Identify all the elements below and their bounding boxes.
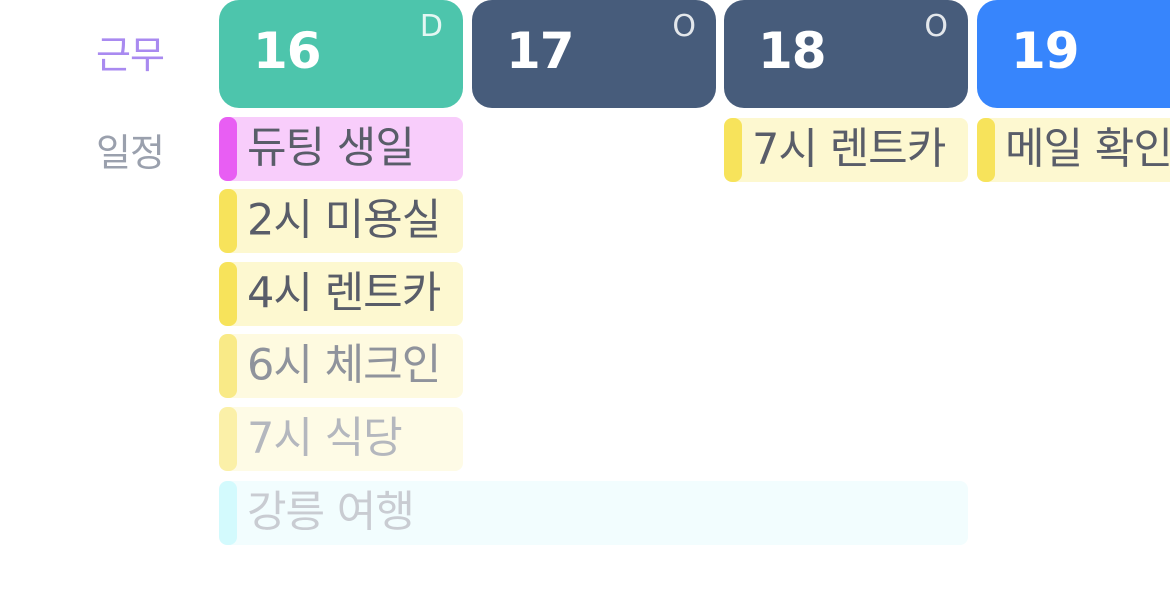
shift-code: O	[924, 9, 948, 44]
event-color-bar	[219, 117, 237, 181]
event-chip[interactable]: 6시 체크인	[219, 334, 463, 398]
day-number: 18	[758, 22, 827, 80]
event-chip[interactable]: 메일 확인	[977, 118, 1170, 182]
day-cell-17[interactable]: 17 O	[472, 0, 716, 108]
shift-code: O	[672, 9, 696, 44]
calendar-week-view: 근무 일정 16 D 17 O 18 O 19 듀팅 생일 2시 미용실 4시 …	[0, 0, 1170, 603]
event-color-bar	[219, 189, 237, 253]
event-color-bar	[219, 262, 237, 326]
event-title: 4시 렌트카	[247, 268, 441, 319]
day-cell-16[interactable]: 16 D	[219, 0, 463, 108]
event-color-bar	[219, 407, 237, 471]
event-chip[interactable]: 4시 렌트카	[219, 262, 463, 326]
day-number: 16	[253, 22, 322, 80]
event-title: 2시 미용실	[247, 195, 441, 246]
event-color-bar	[724, 118, 742, 182]
event-chip[interactable]: 2시 미용실	[219, 189, 463, 253]
event-color-bar	[219, 481, 237, 545]
event-title: 강릉 여행	[247, 487, 415, 538]
event-chip-multiday[interactable]: 강릉 여행	[219, 481, 968, 545]
event-chip[interactable]: 듀팅 생일	[219, 117, 463, 181]
day-number: 17	[506, 22, 575, 80]
event-chip[interactable]: 7시 식당	[219, 407, 463, 471]
day-cell-19[interactable]: 19	[977, 0, 1170, 108]
event-title: 듀팅 생일	[247, 123, 415, 174]
event-title: 메일 확인	[1005, 124, 1170, 175]
event-color-bar	[219, 334, 237, 398]
schedule-row-label: 일정	[96, 131, 165, 175]
work-row-label: 근무	[96, 33, 165, 77]
event-color-bar	[977, 118, 995, 182]
event-title: 6시 체크인	[247, 340, 441, 391]
day-cell-18[interactable]: 18 O	[724, 0, 968, 108]
event-title: 7시 렌트카	[752, 124, 946, 175]
event-title: 7시 식당	[247, 413, 403, 464]
event-chip[interactable]: 7시 렌트카	[724, 118, 968, 182]
shift-code: D	[419, 9, 443, 44]
day-number: 19	[1011, 22, 1080, 80]
